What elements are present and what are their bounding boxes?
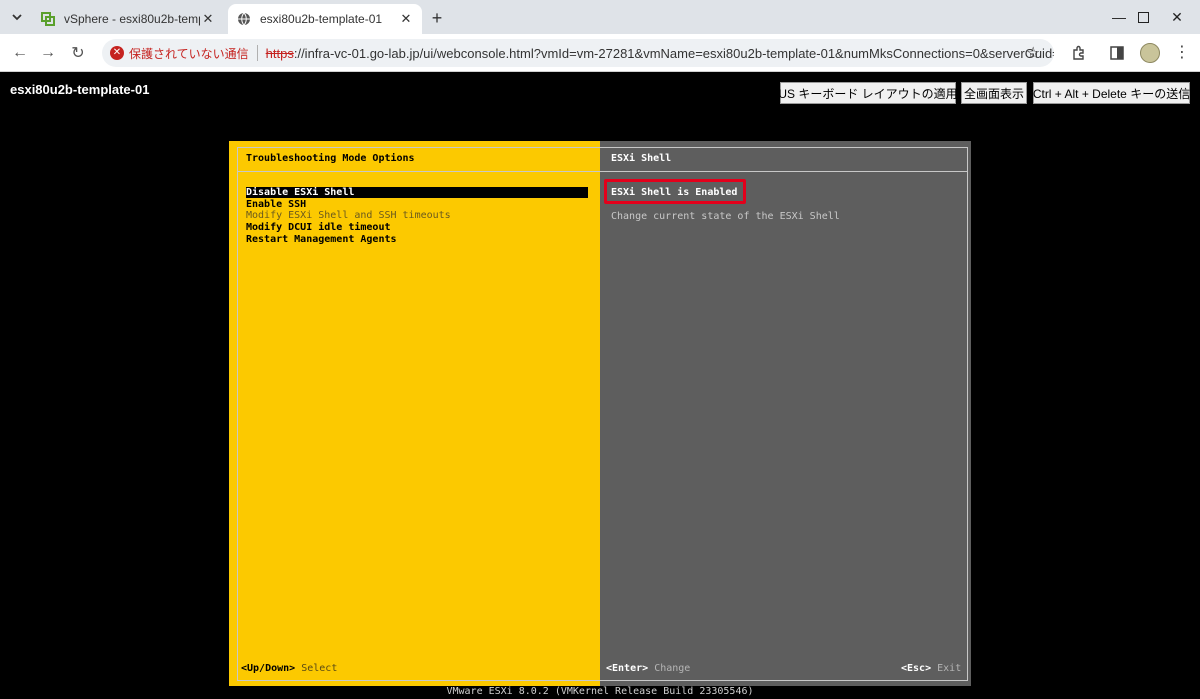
warning-icon: ✕ [110,46,124,60]
back-arrow-icon[interactable]: ← [8,41,32,65]
profile-avatar[interactable] [1140,43,1160,63]
menu-item-enable-ssh[interactable]: Enable SSH [246,199,588,210]
browser-toolbar: ← → ↻ ✕ 保護されていない通信 https ://infra-vc-01.… [0,34,1200,72]
more-menu-icon[interactable]: ⋮ [1172,42,1192,64]
security-label: 保護されていない通信 [129,46,249,61]
fullscreen-button[interactable]: 全画面表示 [961,82,1027,104]
extensions-icon[interactable] [1068,42,1090,64]
address-bar[interactable]: ✕ 保護されていない通信 https ://infra-vc-01.go-lab… [102,39,1054,67]
new-tab-button[interactable]: + [426,7,448,29]
side-panel-icon[interactable] [1106,42,1128,64]
status-highlight-box [604,179,746,204]
ctrl-alt-delete-button[interactable]: Ctrl + Alt + Delete キーの送信 [1033,82,1190,104]
menu-item-modify-timeouts[interactable]: Modify ESXi Shell and SSH timeouts [246,210,588,221]
menu-item-disable-esxi-shell[interactable]: Disable ESXi Shell [246,187,588,198]
bookmark-star-icon[interactable]: ☆ [1026,43,1040,63]
dcui-right-pane [600,141,971,686]
enter-action: Change [654,663,691,674]
esxi-shell-description: Change current state of the ESXi Shell [611,211,840,222]
menu-item-restart-agents[interactable]: Restart Management Agents [246,234,588,245]
chevron-down-icon [12,14,22,21]
browser-tab-vsphere[interactable]: vSphere - esxi80u2b-template-0 ✕ [32,4,224,34]
tab-search-button[interactable] [6,6,28,28]
footer-change-hint: <Enter> Change [606,663,690,674]
reload-icon[interactable]: ↻ [66,41,90,65]
dcui-header-divider [237,171,968,172]
forward-arrow-icon[interactable]: → [36,41,60,65]
tab-label: vSphere - esxi80u2b-template-0 [64,12,200,26]
security-indicator[interactable]: ✕ 保護されていない通信 [110,45,249,62]
close-icon[interactable]: ✕ [398,11,414,27]
esxi-build-info: VMware ESXi 8.0.2 (VMKernel Release Buil… [446,686,754,697]
url-scheme: https [265,45,294,61]
us-keyboard-layout-button[interactable]: US キーボード レイアウトの適用 [778,82,958,104]
url-text: ://infra-vc-01.go-lab.jp/ui/webconsole.h… [293,45,1054,61]
dcui-console-screen[interactable]: Troubleshooting Mode Options ESXi Shell … [229,141,971,686]
dcui-detail-title: ESXi Shell [611,153,672,164]
separator [256,45,258,61]
esc-key: <Esc> [901,663,932,674]
enter-key: <Enter> [606,663,649,674]
menu-item-modify-dcui-timeout[interactable]: Modify DCUI idle timeout [246,222,588,233]
tab-label: esxi80u2b-template-01 [260,12,383,26]
vm-name-title: esxi80u2b-template-01 [10,82,150,97]
footer-exit-hint: <Esc> Exit [901,663,961,674]
browser-tab-bar: vSphere - esxi80u2b-template-0 ✕ esxi80u… [0,0,1200,34]
updown-key: <Up/Down> [241,663,296,674]
globe-icon [236,11,252,27]
updown-action: Select [301,663,338,674]
window-close-icon[interactable]: ✕ [1154,0,1200,34]
esc-action: Exit [937,663,962,674]
footer-select-hint: <Up/Down> Select [241,663,337,674]
close-icon[interactable]: ✕ [200,11,216,27]
dcui-menu-title: Troubleshooting Mode Options [246,153,415,164]
vsphere-icon [40,11,56,27]
browser-tab-console[interactable]: esxi80u2b-template-01 ✕ [228,4,422,34]
